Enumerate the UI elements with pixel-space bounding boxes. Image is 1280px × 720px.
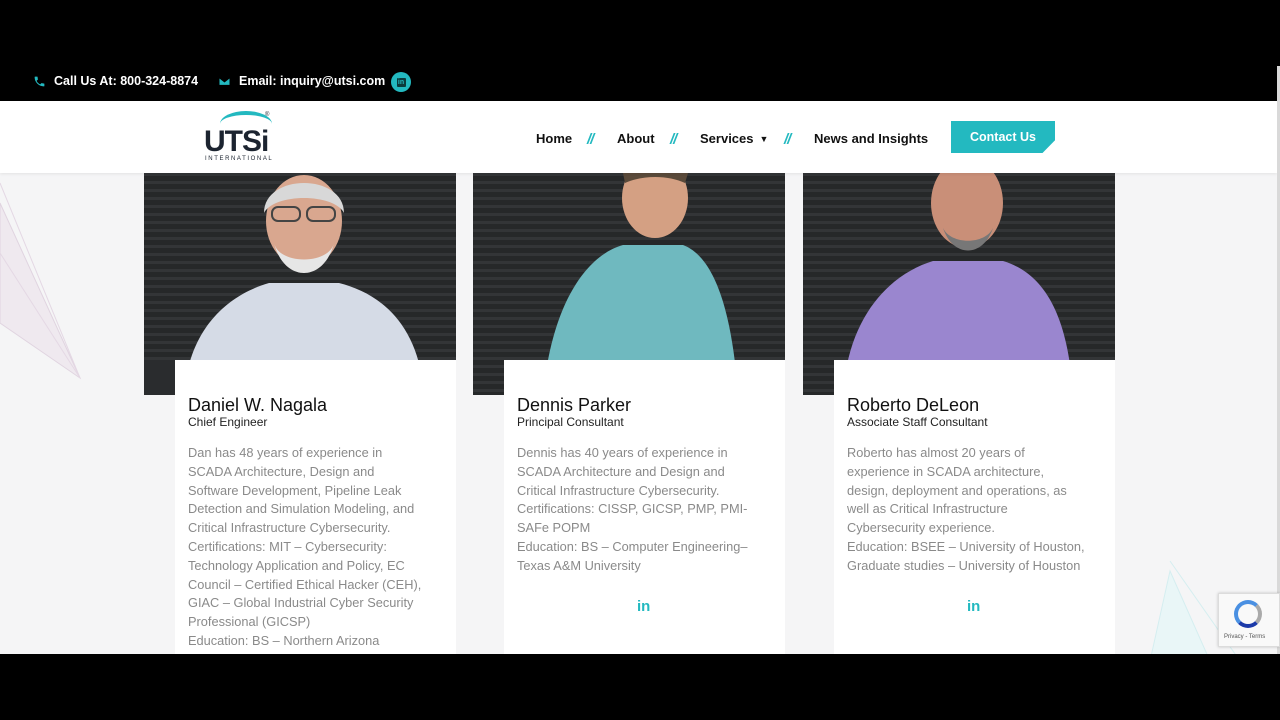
nav-home-label: Home xyxy=(536,131,573,146)
linkedin-icon: in xyxy=(396,77,406,87)
linkedin-icon[interactable]: in xyxy=(637,598,650,615)
mail-icon xyxy=(218,76,231,86)
chevron-down-icon: ▼ xyxy=(759,133,769,144)
bottom-black-bar xyxy=(0,654,1280,720)
team-member-bio: Roberto has almost 20 years of experienc… xyxy=(847,445,1085,573)
email-link[interactable]: Email: inquiry@utsi.com xyxy=(218,74,385,88)
phone-link[interactable]: Call Us At: 800-324-8874 xyxy=(33,74,198,88)
nav-separator-glyph: // xyxy=(784,131,791,148)
nav-services-label: Services xyxy=(700,131,754,146)
team-member-role: Chief Engineer xyxy=(188,415,268,429)
nav-separator-glyph: // xyxy=(670,131,677,148)
page-viewport: ® UTSi INTERNATIONAL Home // About // Se… xyxy=(0,101,1277,654)
team-member-name: Daniel W. Nagala xyxy=(188,395,328,415)
team-card-roberto: Roberto DeLeon Associate Staff Consultan… xyxy=(834,360,1115,654)
phone-icon xyxy=(34,76,45,86)
decorative-lines-left xyxy=(0,182,82,380)
nav-separator: // xyxy=(670,131,677,148)
nav-separator: // xyxy=(784,131,791,148)
nav-news[interactable]: News and Insights xyxy=(814,131,928,146)
nav-separator-glyph: // xyxy=(587,131,594,148)
logo-wordmark: UTSi xyxy=(204,125,269,158)
team-member-role: Principal Consultant xyxy=(517,415,624,429)
nav-news-label: News and Insights xyxy=(814,131,929,146)
contact-us-button[interactable]: Contact Us xyxy=(951,121,1055,153)
team-member-name: Dennis Parker xyxy=(517,395,632,415)
linkedin-social-button[interactable]: in xyxy=(391,72,411,92)
logo-registered-mark: ® xyxy=(265,112,270,118)
utsi-logo[interactable]: ® UTSi INTERNATIONAL xyxy=(204,111,274,165)
recaptcha-terms[interactable]: Privacy - Terms xyxy=(1224,634,1265,640)
nav-separator: // xyxy=(587,131,594,148)
nav-about[interactable]: About xyxy=(617,131,655,146)
linkedin-icon[interactable]: in xyxy=(967,598,980,615)
team-card-daniel: Daniel W. Nagala Chief Engineer Dan has … xyxy=(175,360,456,654)
site-header: ® UTSi INTERNATIONAL Home // About // Se… xyxy=(0,101,1277,173)
team-member-bio: Dan has 48 years of experience in SCADA … xyxy=(188,445,422,648)
top-contact-bar: Call Us At: 800-324-8874 Email: inquiry@… xyxy=(0,0,1280,100)
team-member-name: Roberto DeLeon xyxy=(847,395,980,415)
email-text: Email: inquiry@utsi.com xyxy=(239,74,386,88)
recaptcha-icon xyxy=(1234,600,1262,628)
team-member-bio: Dennis has 40 years of experience in SCA… xyxy=(517,445,748,573)
nav-home[interactable]: Home xyxy=(536,131,572,146)
logo-subtitle: INTERNATIONAL xyxy=(205,156,274,162)
recaptcha-badge[interactable]: Privacy - Terms xyxy=(1218,593,1280,647)
nav-services[interactable]: Services ▼ xyxy=(700,131,768,146)
team-card-dennis: Dennis Parker Principal Consultant Denni… xyxy=(504,360,785,654)
team-member-role: Associate Staff Consultant xyxy=(847,415,988,429)
nav-about-label: About xyxy=(617,131,655,146)
phone-text: Call Us At: 800-324-8874 xyxy=(54,74,199,88)
